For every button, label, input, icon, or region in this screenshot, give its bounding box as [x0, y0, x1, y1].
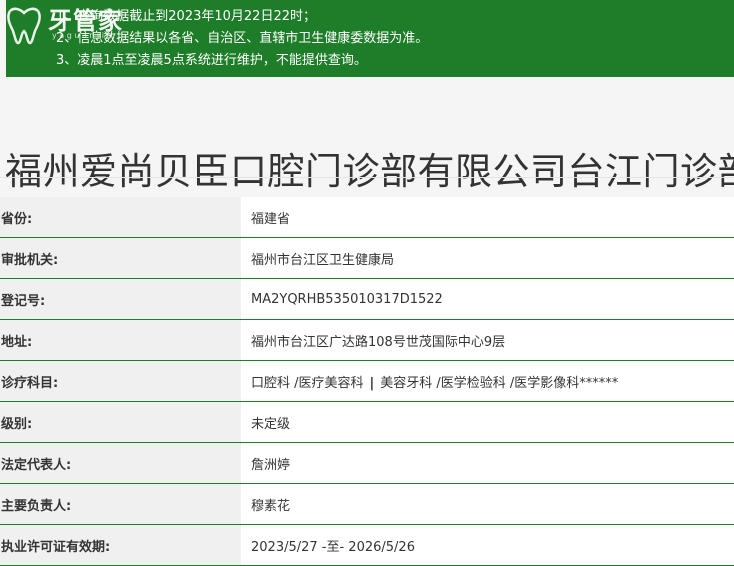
table-row: 省份: 福建省	[0, 197, 734, 238]
table-row: 地址: 福州市台江区广达路108号世茂国际中心9层	[0, 319, 734, 361]
table-row: 法定代表人: 詹洲婷	[0, 442, 734, 484]
field-label: 执业许可证有效期:	[0, 524, 241, 566]
department-group-1: 口腔科 /医疗美容科	[251, 375, 364, 391]
department-group-2: 美容牙科 /医学检验科 /医学影像科******	[380, 375, 619, 391]
field-value: 詹洲婷	[241, 442, 734, 484]
field-value: MA2YQRHB535010317D1522	[241, 278, 734, 320]
title-divider	[0, 177, 734, 178]
tooth-logo-icon	[7, 7, 41, 45]
info-table: 省份: 福建省 审批机关: 福州市台江区卫生健康局 登记号: MA2YQRHB5…	[0, 197, 734, 566]
field-label: 登记号:	[0, 278, 241, 320]
table-row: 诊疗科目: 口腔科 /医疗美容科 | 美容牙科 /医学检验科 /医学影像科*****…	[0, 360, 734, 402]
field-value: 未定级	[241, 401, 734, 443]
table-row: 登记号: MA2YQRHB535010317D1522	[0, 278, 734, 320]
notice-line-2: 2、信息数据结果以各省、自治区、直辖市卫生健康委数据为准。	[56, 31, 429, 46]
field-label: 审批机关:	[0, 237, 241, 279]
field-label: 地址:	[0, 319, 241, 361]
field-value: 口腔科 /医疗美容科 | 美容牙科 /医学检验科 /医学影像科******	[241, 360, 734, 402]
site-logo[interactable]: 牙管家 y a g u a n j i a	[4, 3, 134, 45]
notice-line-3: 3、凌晨1点至凌晨5点系统进行维护，不能提供查询。	[56, 53, 367, 68]
field-value: 福州市台江区广达路108号世茂国际中心9层	[241, 319, 734, 361]
notice-line-1: 1、查询数据截止到2023年10月22日22时；	[56, 9, 316, 24]
field-value: 2023/5/27 -至- 2026/5/26	[241, 524, 734, 566]
field-value: 福州市台江区卫生健康局	[241, 237, 734, 279]
field-value: 穆素花	[241, 483, 734, 525]
field-value: 福建省	[241, 197, 734, 238]
table-row: 执业许可证有效期: 2023/5/27 -至- 2026/5/26	[0, 524, 734, 566]
field-label: 诊疗科目:	[0, 360, 241, 402]
field-label: 主要负责人:	[0, 483, 241, 525]
page-title: 福州爱尚贝臣口腔门诊部有限公司台江门诊部	[5, 149, 734, 193]
table-row: 级别: 未定级	[0, 401, 734, 443]
table-row: 审批机关: 福州市台江区卫生健康局	[0, 237, 734, 279]
table-row: 主要负责人: 穆素花	[0, 483, 734, 525]
logo-subtext: y a g u a n j i a	[52, 31, 112, 40]
field-label: 省份:	[0, 197, 241, 238]
department-separator: |	[369, 375, 375, 391]
field-label: 法定代表人:	[0, 442, 241, 484]
field-label: 级别:	[0, 401, 241, 443]
